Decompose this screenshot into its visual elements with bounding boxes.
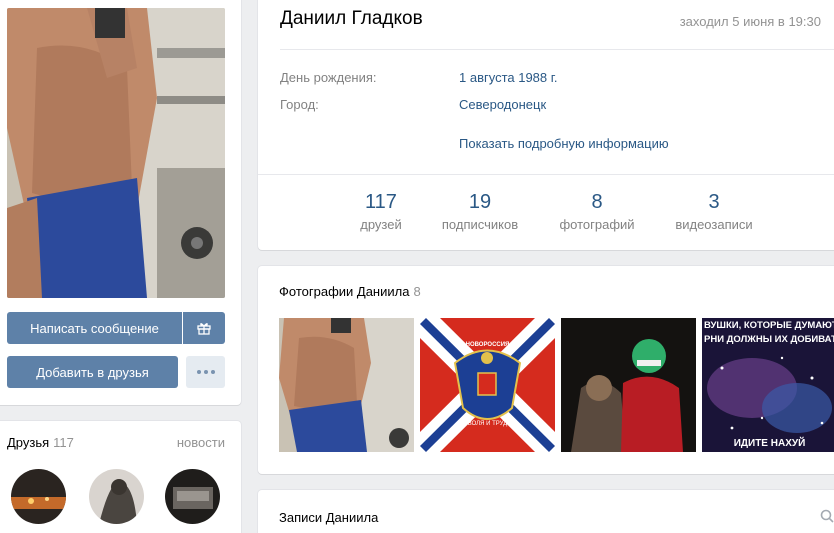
friend-avatar-image (89, 469, 144, 524)
divider (280, 49, 834, 50)
profile-info-card: Даниил Гладков заходил 5 июня в 19:30 Де… (258, 0, 834, 250)
gift-icon (197, 323, 211, 335)
send-message-button[interactable]: Написать сообщение (7, 312, 182, 344)
last-seen-status: заходил 5 июня в 19:30 (679, 14, 821, 29)
photo-thumbnail[interactable]: НОВОРОССИЯ ВОЛЯ И ТРУД (420, 318, 555, 452)
divider (258, 174, 834, 175)
photos-block: Фотографии Даниила 8 НОВОРОССИЯ ВОЛЯ И ТР… (258, 266, 834, 474)
counter-label: видеозаписи (675, 217, 753, 232)
counter-friends[interactable]: 117 друзей (353, 191, 409, 232)
photos-header[interactable]: Фотографии Даниила 8 (279, 284, 421, 299)
meme-text-top-1: ВУШКИ, КОТОРЫЕ ДУМАЮТ, (704, 320, 834, 331)
counter-followers[interactable]: 19 подписчиков (434, 191, 526, 232)
photo-image (561, 318, 696, 452)
photo-thumbnail[interactable] (279, 318, 414, 452)
photo-thumbnail[interactable]: ВУШКИ, КОТОРЫЕ ДУМАЮТ, РНИ ДОЛЖНЫ ИХ ДОБ… (702, 318, 834, 452)
counter-videos[interactable]: 3 видеозаписи (666, 191, 762, 232)
city-label: Город: (280, 97, 319, 112)
page-title: Даниил Гладков (280, 8, 423, 29)
posts-title[interactable]: Записи Даниила (279, 510, 378, 525)
counter-label: подписчиков (441, 217, 519, 232)
friend-avatar[interactable] (165, 469, 220, 524)
counter-photos[interactable]: 8 фотографий (552, 191, 642, 232)
birthday-label: День рождения: (280, 70, 377, 85)
photos-count: 8 (413, 284, 421, 299)
show-more-info-link[interactable]: Показать подробную информацию (459, 136, 669, 151)
more-dots-icon (196, 370, 201, 374)
novorossiya-flag-image (420, 318, 555, 452)
gift-button[interactable] (183, 312, 225, 344)
friend-avatar[interactable] (11, 469, 66, 524)
friends-title: Друзья (7, 435, 50, 450)
friends-header[interactable]: Друзья 117 (7, 435, 74, 450)
friend-avatar-image (11, 469, 66, 524)
more-actions-button[interactable] (186, 356, 225, 388)
friend-avatar[interactable] (89, 469, 144, 524)
photo-image (279, 318, 414, 452)
flag-text-top: НОВОРОССИЯ (465, 342, 510, 348)
search-icon[interactable] (820, 509, 834, 528)
profile-avatar[interactable] (7, 8, 225, 298)
dot (203, 370, 208, 374)
friends-block: Друзья 117 новости (0, 421, 241, 533)
friends-news-link[interactable]: новости (177, 435, 225, 450)
birthday-value[interactable]: 1 августа 1988 г. (459, 70, 558, 85)
counter-number: 8 (591, 191, 603, 213)
photos-title: Фотографии Даниила (279, 284, 410, 299)
friends-count: 117 (53, 435, 74, 450)
posts-block: Записи Даниила (258, 490, 834, 533)
avatar-photo (7, 8, 225, 298)
counter-label: фотографий (559, 217, 635, 232)
meme-text-top-2: РНИ ДОЛЖНЫ ИХ ДОБИВАТЬ (704, 334, 834, 345)
counter-number: 19 (468, 191, 492, 213)
dot (210, 370, 215, 374)
photo-thumbnail[interactable] (561, 318, 696, 452)
counter-label: друзей (360, 217, 402, 232)
counter-number: 117 (365, 191, 397, 213)
counter-number: 3 (708, 191, 720, 213)
meme-text-bottom: ИДИТЕ НАХУЙ (733, 438, 806, 449)
friend-avatar-image (165, 469, 220, 524)
add-friend-button[interactable]: Добавить в друзья (7, 356, 178, 388)
flag-text-bottom: ВОЛЯ И ТРУД (467, 421, 508, 427)
profile-avatar-card: Написать сообщение Добавить в друзья (0, 0, 241, 405)
city-value[interactable]: Северодонецк (459, 97, 546, 112)
